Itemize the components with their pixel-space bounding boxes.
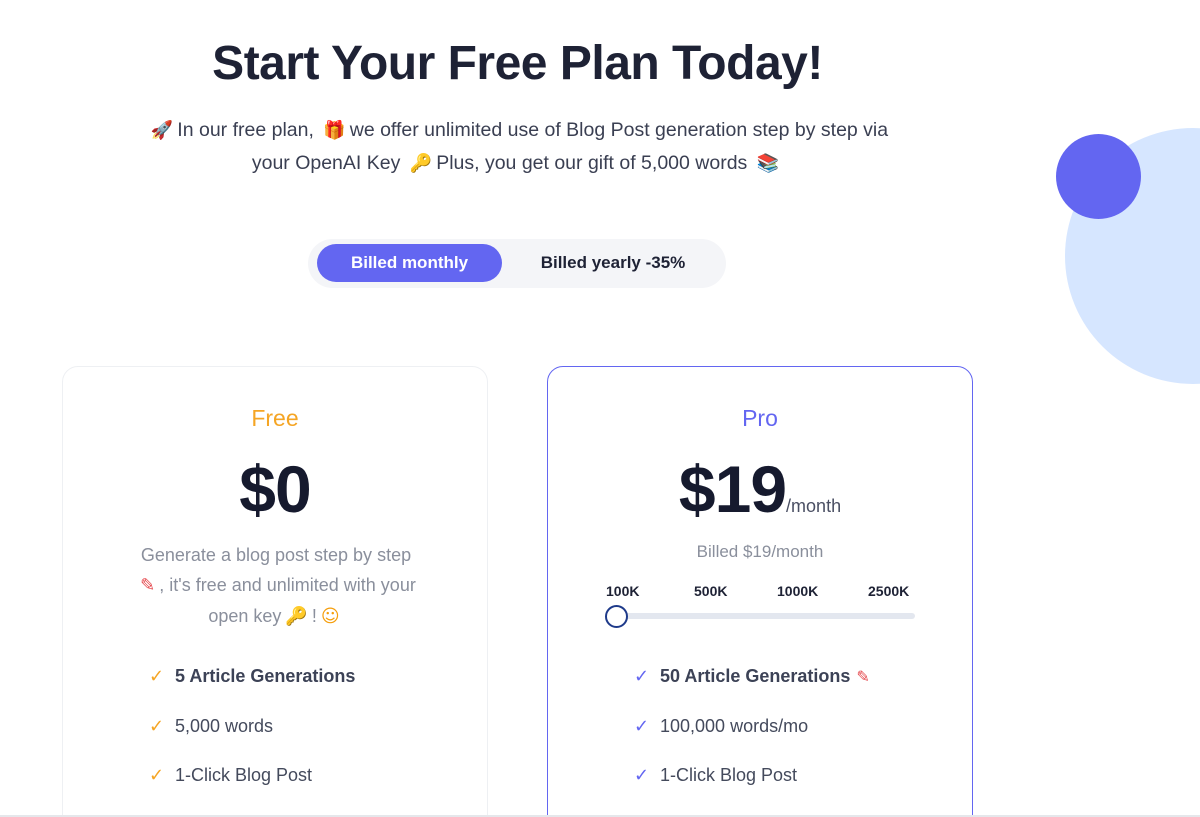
- words-slider-track[interactable]: [608, 613, 915, 619]
- check-icon: ✓: [149, 765, 165, 785]
- feature-text: 100,000 words/mo: [660, 716, 809, 736]
- feature-item: ✓ 1-Click Blog Post: [634, 765, 797, 786]
- memo-icon: ✎: [140, 575, 156, 596]
- feature-text: 1-Click Blog Post: [660, 765, 798, 785]
- feature-text: 5 Article Generations: [175, 666, 356, 686]
- plan-description: Generate a blog post step by step ✎, it's…: [133, 540, 419, 632]
- subtitle-text-1: In our free plan,: [177, 119, 314, 141]
- page-title: Start Your Free Plan Today!: [212, 37, 823, 90]
- key-icon: 🔑: [285, 606, 308, 627]
- desc-text: Generate a blog post step by: [140, 545, 373, 565]
- check-icon: ✓: [634, 765, 650, 785]
- check-icon: ✓: [634, 666, 650, 686]
- hero-subtitle: 🚀 In our free plan, 🎁 we offer unlimited u…: [90, 114, 945, 180]
- gift-icon: 🎁: [323, 120, 346, 141]
- feature-text: 50 Article Generations: [660, 666, 851, 686]
- slider-tick-labels: 100K 500K 1000K 2500K: [548, 583, 972, 603]
- subtitle-text-2: we offer unlimited use of Blog Post gene…: [349, 119, 889, 141]
- pro-plan-card: Pro $19/month Billed $19/month 100K 500K…: [547, 366, 973, 817]
- price-amount: $19: [678, 452, 787, 526]
- desc-text: !: [311, 606, 317, 626]
- slider-tick[interactable]: 100K: [606, 583, 639, 599]
- billed-note: Billed $19/month: [696, 542, 824, 561]
- plan-name: Pro: [742, 405, 778, 431]
- billed-monthly-button[interactable]: Billed monthly: [317, 244, 502, 282]
- decorative-circle-small: [1056, 134, 1141, 219]
- memo-icon: ✎: [856, 667, 870, 686]
- subtitle-text-3: your OpenAI Key: [251, 152, 401, 174]
- plan-price: $19/month: [548, 451, 972, 527]
- key-icon: 🔑: [409, 153, 433, 174]
- slider-tick[interactable]: 1000K: [777, 583, 818, 599]
- check-icon: ✓: [634, 716, 650, 736]
- feature-text: 1-Click Blog Post: [175, 765, 313, 785]
- plan-price: $0: [239, 452, 311, 526]
- smile-icon: ☺: [320, 606, 340, 627]
- plan-name: Free: [251, 405, 299, 431]
- feature-item: ✓ 5 Article Generations: [149, 666, 355, 687]
- feature-text: 5,000 words: [175, 716, 274, 736]
- billed-yearly-button[interactable]: Billed yearly -35%: [508, 244, 718, 282]
- slider-tick[interactable]: 2500K: [868, 583, 909, 599]
- books-icon: 📚: [756, 153, 780, 174]
- feature-item: ✓ 5,000 words: [149, 716, 273, 737]
- subtitle-text-4: Plus, you get our gift of 5,000 words: [436, 152, 748, 174]
- words-slider-thumb[interactable]: [605, 605, 628, 628]
- pricing-page: Start Your Free Plan Today! 🚀 In our free…: [0, 0, 1200, 817]
- price-period: /month: [786, 496, 842, 516]
- free-plan-card: Free $0 Generate a blog post step by ste…: [62, 366, 488, 817]
- feature-item: ✓ 50 Article Generations ✎: [634, 666, 870, 687]
- billing-toggle: Billed monthly Billed yearly -35%: [308, 239, 726, 288]
- feature-item: ✓ 1-Click Blog Post: [149, 765, 312, 786]
- check-icon: ✓: [149, 716, 165, 736]
- rocket-icon: 🚀: [150, 120, 174, 141]
- check-icon: ✓: [149, 666, 165, 686]
- feature-item: ✓ 100,000 words/mo: [634, 716, 808, 737]
- slider-tick[interactable]: 500K: [694, 583, 727, 599]
- desc-text: , it's free and unlimited: [159, 575, 339, 595]
- desc-text: step: [377, 545, 412, 565]
